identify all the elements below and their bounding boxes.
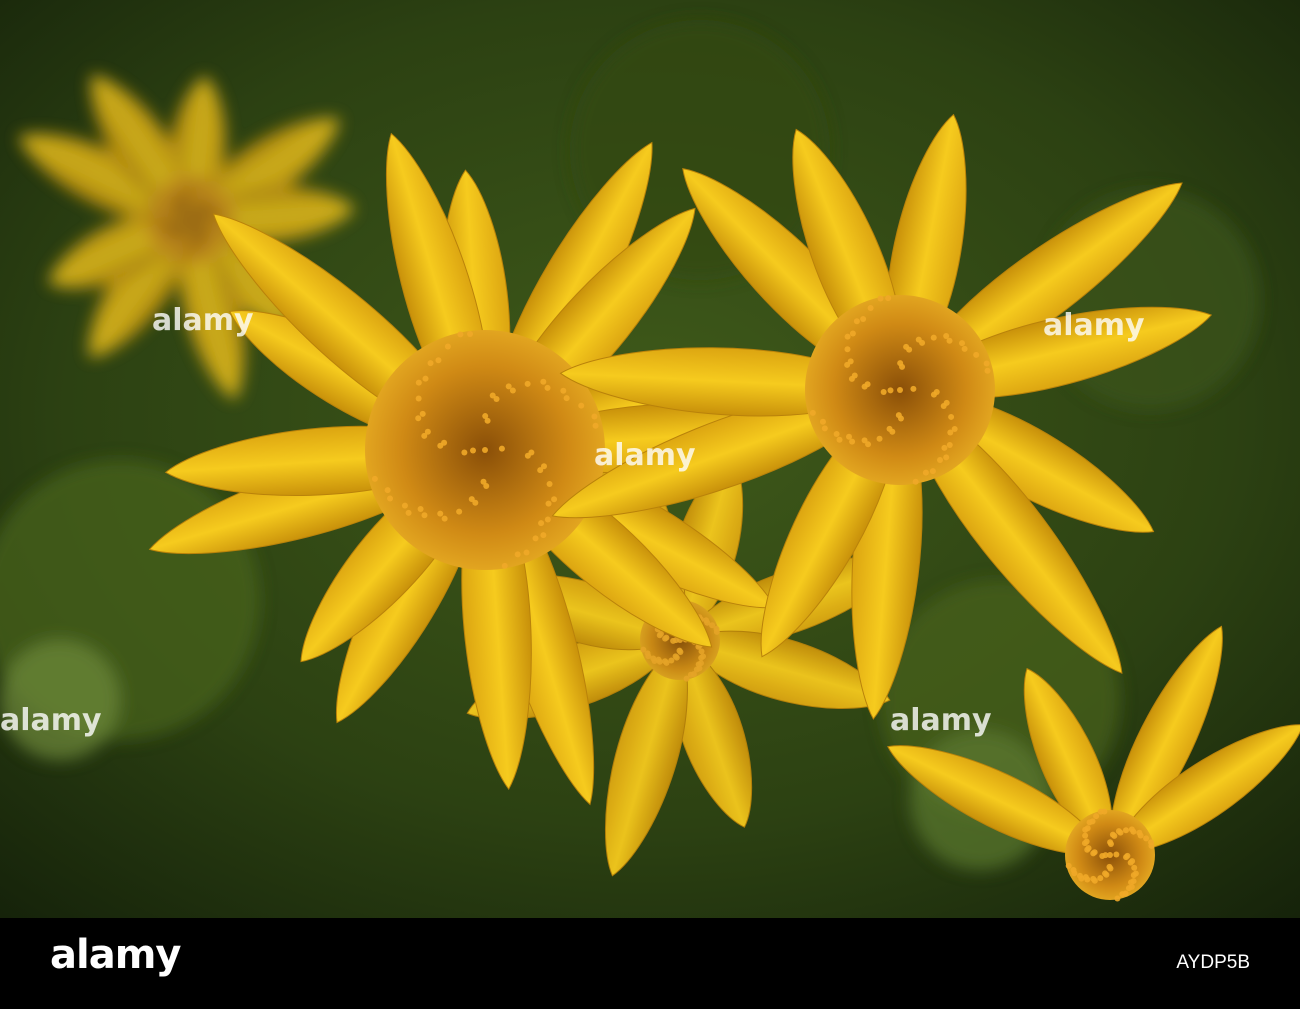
watermark: alamy [594,438,696,473]
watermark: alamy [890,703,992,738]
footer-bar [0,918,1300,1009]
watermark: alamy [1043,308,1145,343]
stock-photo: alamy alamy alamy alamy alamy alamy AYDP5B [0,0,1300,1009]
watermark: alamy [152,303,254,338]
image-code: AYDP5B [1176,952,1250,973]
flower-photo: alamy alamy alamy alamy alamy [0,0,1300,918]
alamy-logo: alamy [50,932,181,978]
watermark: alamy [0,703,102,738]
